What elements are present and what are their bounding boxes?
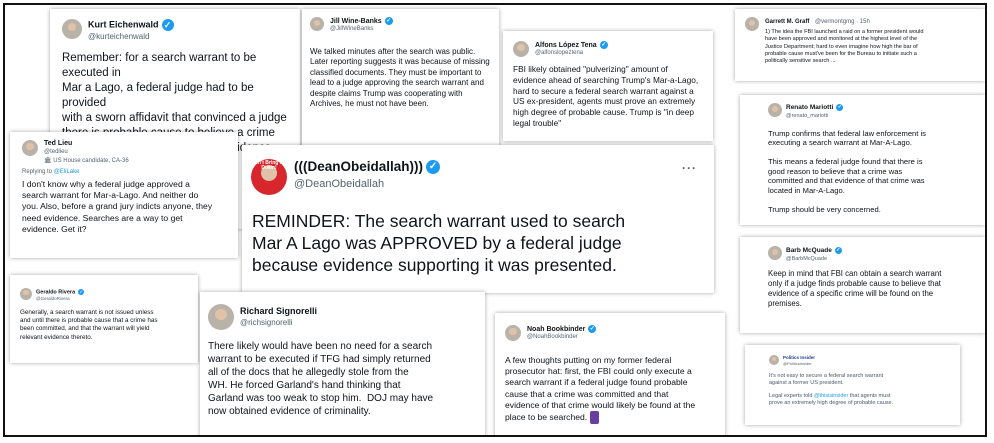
author-handle[interactable]: @richsignorelli — [240, 318, 293, 327]
author-name[interactable]: Garrett M. Graff — [765, 19, 809, 25]
avatar[interactable] — [62, 19, 82, 39]
tweet-text: A few thoughts putting on my former fede… — [505, 355, 723, 424]
author-handle[interactable]: @kurteichenwald — [88, 32, 149, 41]
author-handle[interactable]: @vermontgmg · 15h — [815, 19, 870, 25]
tweet-text-2: Legal experts told @thisisinsider that a… — [769, 393, 894, 407]
tweet-text: We talked minutes after the search was p… — [310, 47, 490, 108]
tweet-card-lieu[interactable]: Ted Lieu @tedlieu 🏛 US House candidate, … — [10, 132, 238, 258]
author-handle[interactable]: @tedlieu — [44, 149, 68, 155]
verified-icon: ✓ — [384, 17, 393, 25]
author-name[interactable]: (((DeanObeidallah))) ✓ — [294, 159, 441, 175]
avatar[interactable]: Don't Bring Me Down! — [251, 159, 287, 195]
verified-icon: ✓ — [426, 160, 441, 175]
author-name[interactable]: Noah Bookbinder ✓ — [527, 325, 597, 333]
tweet-text: Trump confirms that federal law enforcem… — [768, 129, 926, 214]
tweet-text: Generally, a search warrant is not issue… — [20, 309, 158, 341]
scroll-emoji-icon — [589, 410, 599, 424]
author-handle[interactable]: @DeanObeidallah — [294, 178, 384, 190]
tweet-text: It's not easy to secure a federal search… — [769, 373, 884, 387]
avatar[interactable] — [208, 304, 234, 330]
author-handle[interactable]: @PoliticsInsider — [783, 361, 812, 366]
verified-icon: ✓ — [836, 104, 844, 111]
author-name[interactable]: Barb McQuade ✓ — [786, 247, 842, 254]
avatar[interactable] — [22, 140, 38, 156]
avatar[interactable] — [745, 17, 759, 31]
tweet-text: Keep in mind that FBI can obtain a searc… — [768, 269, 942, 309]
mention-link[interactable]: @thisisinsider — [814, 393, 848, 399]
tweet-text: There likely would have been no need for… — [208, 341, 434, 417]
author-handle[interactable]: @alfonslopeztena — [535, 50, 583, 56]
author-handle[interactable]: @renato_mariotti — [786, 113, 828, 119]
author-name[interactable]: Politics Insider — [783, 355, 815, 360]
reply-to-link[interactable]: @EliLake — [54, 169, 80, 175]
avatar[interactable] — [768, 103, 782, 117]
verified-icon: ✓ — [161, 19, 174, 31]
account-label: 🏛 US House candidate, CA-36 — [44, 158, 129, 164]
tweet-card-rivera[interactable]: Geraldo Rivera ✓ @GeraldoRivera Generally… — [10, 275, 198, 363]
author-name[interactable]: Ted Lieu — [44, 140, 72, 147]
tweet-card-tena[interactable]: Alfons López Tena ✓ @alfonslopeztena FBI … — [503, 31, 713, 141]
capitol-icon: 🏛 — [44, 158, 52, 164]
tweet-card-graff[interactable]: Garrett M. Graff @vermontgmg · 15h 1) Th… — [735, 9, 985, 81]
author-name[interactable]: Geraldo Rivera ✓ — [36, 289, 85, 295]
tweet-text: I don't know why a federal judge approve… — [22, 179, 213, 234]
author-name[interactable]: Richard Signorelli — [240, 306, 317, 316]
author-handle[interactable]: @BarbMcQuade — [786, 256, 827, 262]
author-handle[interactable]: @GeraldoRivera — [36, 296, 70, 301]
avatar-caption: Don't Bring Me Down! — [251, 160, 287, 172]
author-handle[interactable]: @JillWineBanks — [330, 26, 373, 32]
avatar[interactable] — [768, 246, 782, 260]
tweet-text: 1) The idea the FBI launched a raid on a… — [765, 29, 924, 65]
verified-icon: ✓ — [588, 325, 597, 333]
avatar[interactable] — [310, 17, 324, 31]
author-name[interactable]: Jill Wine-Banks ✓ — [330, 17, 393, 25]
author-name[interactable]: Renato Mariotti ✓ — [786, 104, 844, 111]
avatar[interactable] — [513, 41, 529, 57]
tweet-text: FBI likely obtained "pulverizing" amount… — [513, 64, 699, 128]
verified-icon: ✓ — [834, 247, 842, 254]
author-name[interactable]: Alfons López Tena ✓ — [535, 41, 608, 49]
reply-context: Replying to @EliLake — [22, 169, 80, 175]
tweet-card-mcquade[interactable]: Barb McQuade ✓ @BarbMcQuade Keep in mind … — [740, 237, 985, 333]
author-name[interactable]: Kurt Eichenwald ✓ — [88, 19, 174, 31]
verified-icon: ✓ — [78, 289, 85, 295]
verified-icon: ✓ — [599, 41, 608, 49]
more-options-icon[interactable]: ··· — [682, 161, 697, 175]
tweet-text: REMINDER: The search warrant used to sea… — [252, 211, 626, 275]
tweet-card-bookbinder[interactable]: Noah Bookbinder ✓ @NoahBookbinder A few t… — [495, 313, 725, 435]
avatar[interactable] — [505, 325, 521, 341]
avatar[interactable] — [769, 355, 779, 365]
tweet-card-politico[interactable]: Politics Insider @PoliticsInsider It's n… — [745, 345, 960, 425]
collage-frame: Kurt Eichenwald ✓ @kurteichenwald Remembe… — [3, 3, 987, 437]
tweet-card-mariotti[interactable]: Renato Mariotti ✓ @renato_mariotti Trump … — [740, 95, 985, 225]
avatar[interactable] — [20, 288, 32, 300]
tweet-card-obeidallah[interactable]: Don't Bring Me Down! (((DeanObeidallah))… — [242, 145, 714, 293]
tweet-card-signorelli[interactable]: Richard Signorelli @richsignorelli There… — [200, 292, 485, 435]
author-handle[interactable]: @NoahBookbinder — [527, 334, 578, 340]
